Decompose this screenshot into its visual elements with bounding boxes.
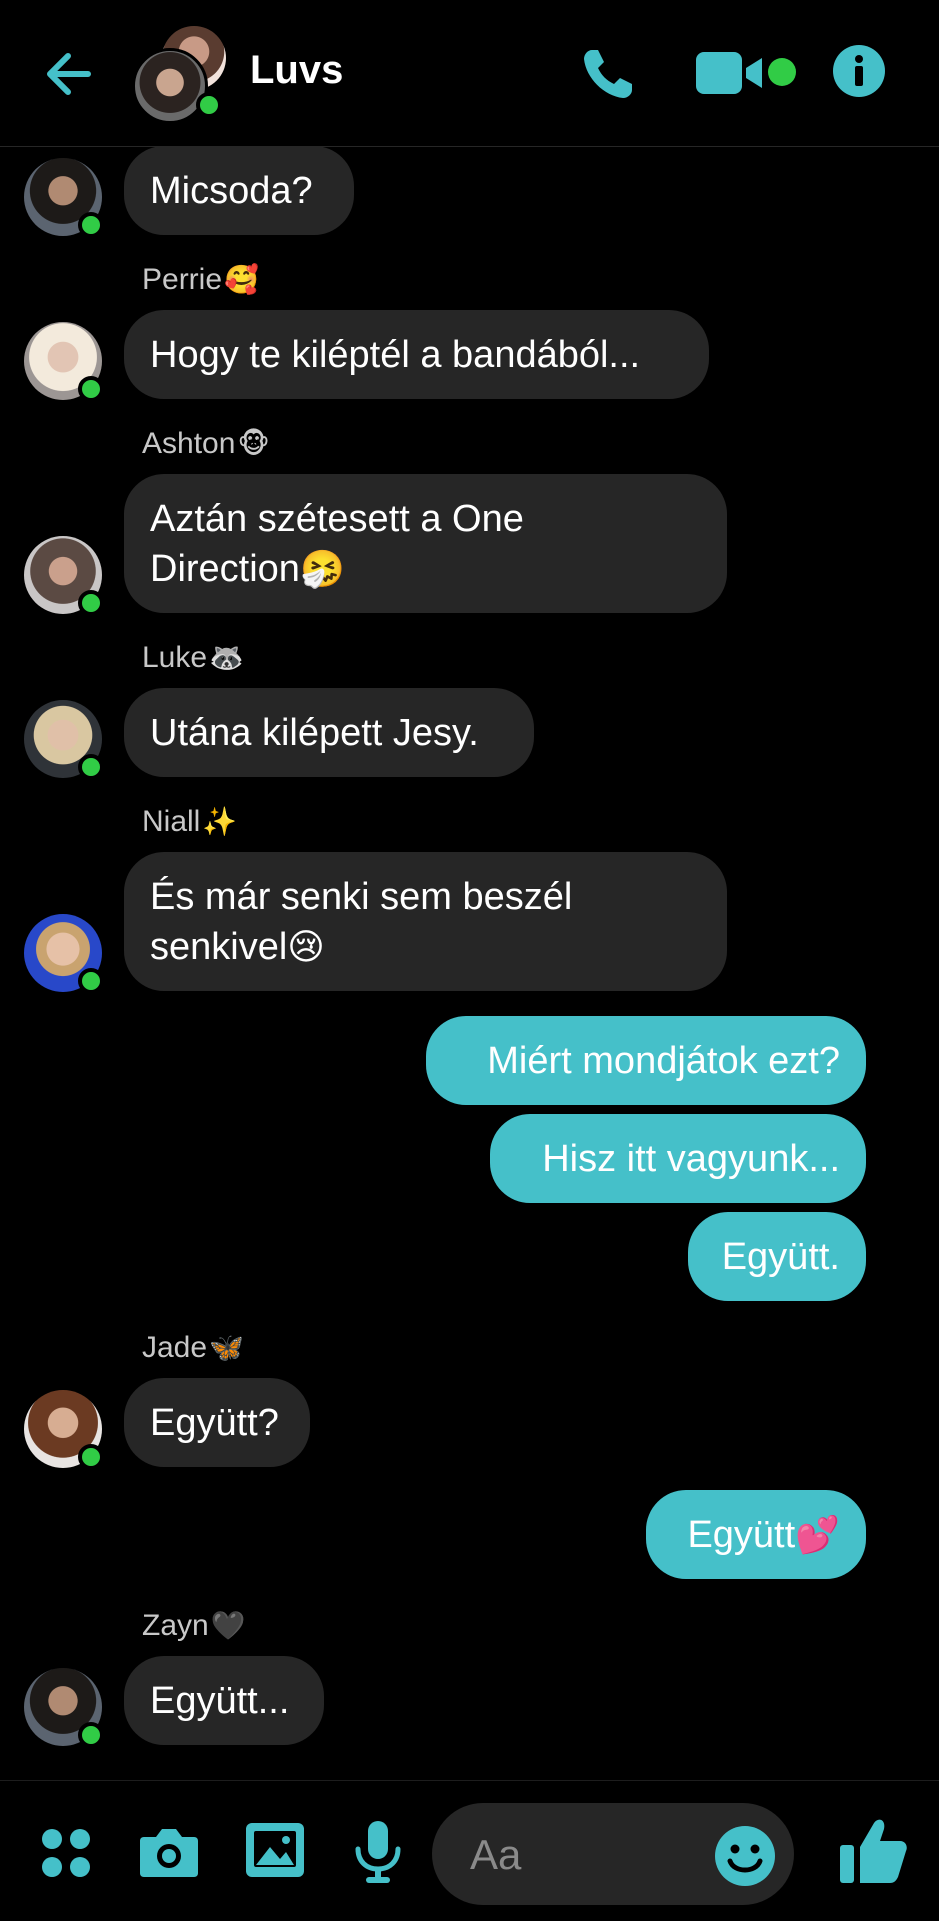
video-camera-icon[interactable] [694, 50, 774, 96]
message-text: Együtt... [150, 1679, 290, 1722]
online-indicator [78, 376, 104, 402]
message-text: Együtt? [150, 1401, 279, 1444]
message-text: Hogy te kiléptél a bandából... [150, 333, 641, 376]
message-text: Együtt. [721, 1235, 840, 1278]
thumbs-up-icon[interactable] [838, 1815, 910, 1887]
sender-name: Ashton🐵 [142, 424, 270, 464]
message-emoji: 💕 [795, 1513, 840, 1555]
message-input[interactable] [468, 1827, 712, 1883]
active-indicator [768, 58, 796, 86]
sender-emoji: 🦝 [209, 642, 244, 673]
message-text: Utána kilépett Jesy. [150, 711, 479, 754]
sender-name: Jade🦋 [142, 1328, 244, 1368]
online-indicator [78, 968, 104, 994]
avatar[interactable] [24, 700, 104, 780]
message-bubble[interactable]: Együtt... [124, 1656, 324, 1745]
sender-emoji: 🥰 [224, 264, 259, 295]
sender-name-text: Perrie [142, 263, 223, 296]
message-bubble[interactable]: Utána kilépett Jesy. [124, 688, 534, 777]
sender-name-text: Jade [142, 1331, 208, 1364]
message-bubble[interactable]: És már senki sem beszél senkivel😢 [124, 852, 727, 991]
message-text: Miért mondjátok ezt? [487, 1039, 840, 1082]
message-text: Direction [150, 548, 300, 590]
online-indicator [78, 212, 104, 238]
sender-name: Zayn🖤 [142, 1606, 246, 1646]
sender-emoji: 🖤 [210, 1610, 246, 1641]
avatar[interactable] [24, 1390, 104, 1470]
online-indicator [78, 590, 104, 616]
member-avatar [132, 48, 208, 124]
sender-name-text: Niall [142, 805, 201, 838]
sender-emoji: 🐵 [237, 428, 270, 459]
message-text: senkivel [150, 926, 288, 968]
info-icon[interactable] [832, 44, 886, 98]
sender-emoji: 🦋 [209, 1332, 244, 1363]
online-indicator [78, 754, 104, 780]
arrow-left-icon[interactable] [38, 44, 98, 104]
group-avatar[interactable] [132, 26, 232, 124]
message-bubble[interactable]: Aztán szétesett a One Direction🤧 [124, 474, 727, 613]
message-bubble-own[interactable]: Miért mondjátok ezt? [426, 1016, 866, 1105]
chat-header: Luvs [0, 0, 939, 147]
message-text: Hisz itt vagyunk... [542, 1137, 840, 1180]
sender-name-text: Luke [142, 641, 208, 674]
message-bubble-own[interactable]: Együtt. [688, 1212, 866, 1301]
composer-bar [0, 1780, 939, 1921]
four-dots-icon[interactable] [40, 1827, 92, 1879]
smiley-icon[interactable] [714, 1825, 776, 1887]
sender-name: Perrie🥰 [142, 260, 259, 300]
message-bubble[interactable]: Együtt? [124, 1378, 310, 1467]
image-icon[interactable] [244, 1821, 306, 1879]
online-indicator [78, 1722, 104, 1748]
avatar[interactable] [24, 322, 104, 402]
avatar[interactable] [24, 536, 104, 616]
message-emoji: 😢 [287, 926, 325, 967]
message-text: Micsoda? [150, 169, 313, 212]
phone-icon[interactable] [578, 44, 638, 104]
message-bubble[interactable]: Hogy te kiléptél a bandából... [124, 310, 709, 399]
online-indicator [78, 1444, 104, 1470]
sender-emoji: ✨ [202, 806, 238, 837]
chat-title[interactable]: Luvs [250, 48, 343, 93]
online-indicator [196, 92, 222, 118]
message-text: Együtt [687, 1513, 796, 1556]
message-text: Aztán szétesett a One [150, 498, 524, 540]
sender-name: Niall✨ [142, 802, 237, 842]
message-text: És már senki sem beszél [150, 876, 573, 918]
message-emoji: 🤧 [299, 548, 345, 589]
message-bubble-own[interactable]: Hisz itt vagyunk... [490, 1114, 866, 1203]
avatar[interactable] [24, 1668, 104, 1748]
microphone-icon[interactable] [352, 1819, 404, 1885]
avatar[interactable] [24, 914, 104, 994]
message-bubble-own[interactable]: Együtt 💕 [646, 1490, 866, 1579]
sender-name: Luke🦝 [142, 638, 244, 678]
camera-icon[interactable] [138, 1823, 200, 1879]
message-input-container [432, 1803, 794, 1905]
message-bubble[interactable]: Micsoda? [124, 146, 354, 235]
sender-name-text: Zayn [142, 1609, 209, 1642]
sender-name-text: Ashton [142, 427, 236, 460]
avatar[interactable] [24, 158, 104, 238]
